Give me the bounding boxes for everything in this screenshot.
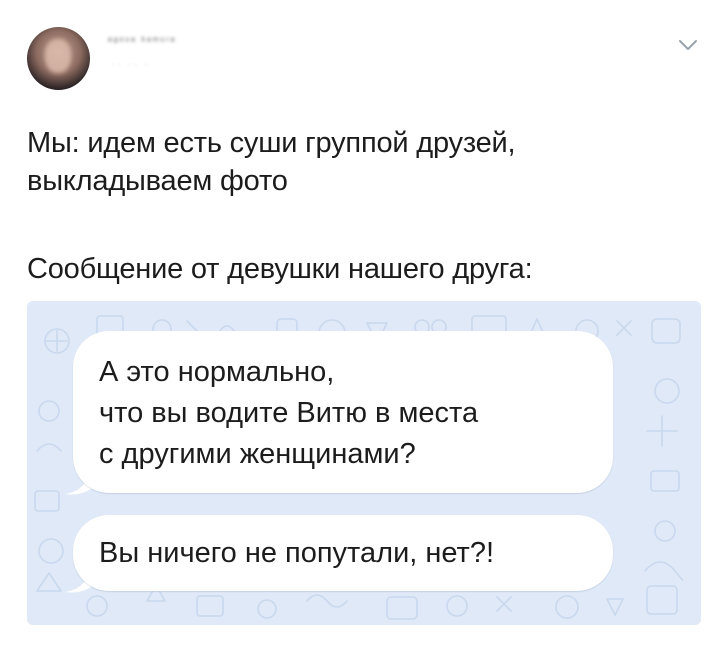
tweet-line: выкладываем фото bbox=[27, 165, 288, 197]
author-avatar[interactable] bbox=[27, 27, 90, 90]
chevron-down-icon[interactable] bbox=[677, 34, 699, 56]
incoming-message-bubble[interactable]: Вы ничего не попутали, нет?! bbox=[73, 515, 613, 591]
tweet-line: Сообщение от девушки нашего друга: bbox=[27, 253, 533, 285]
chat-screenshot: А это нормально, что вы водите Витю в ме… bbox=[27, 301, 701, 625]
tweet-line: Мы: идем есть суши группой друзей, bbox=[27, 127, 516, 159]
message-text: А это нормально, что вы водите Витю в ме… bbox=[99, 356, 479, 470]
message-text: Вы ничего не попутали, нет?! bbox=[99, 537, 495, 569]
incoming-message-bubble[interactable]: А это нормально, что вы водите Витю в ме… bbox=[73, 331, 613, 493]
tweet-header: ᵃᵍᵒᵘᵃ ᵏᵃᵐᵘʳᵃ ·· ·· · bbox=[0, 0, 728, 110]
author-name[interactable]: ᵃᵍᵒᵘᵃ ᵏᵃᵐᵘʳᵃ bbox=[108, 36, 288, 50]
author-handle[interactable]: ·· ·· · bbox=[112, 60, 172, 70]
tweet-body: Мы: идем есть суши группой друзей, выкла… bbox=[27, 124, 707, 288]
